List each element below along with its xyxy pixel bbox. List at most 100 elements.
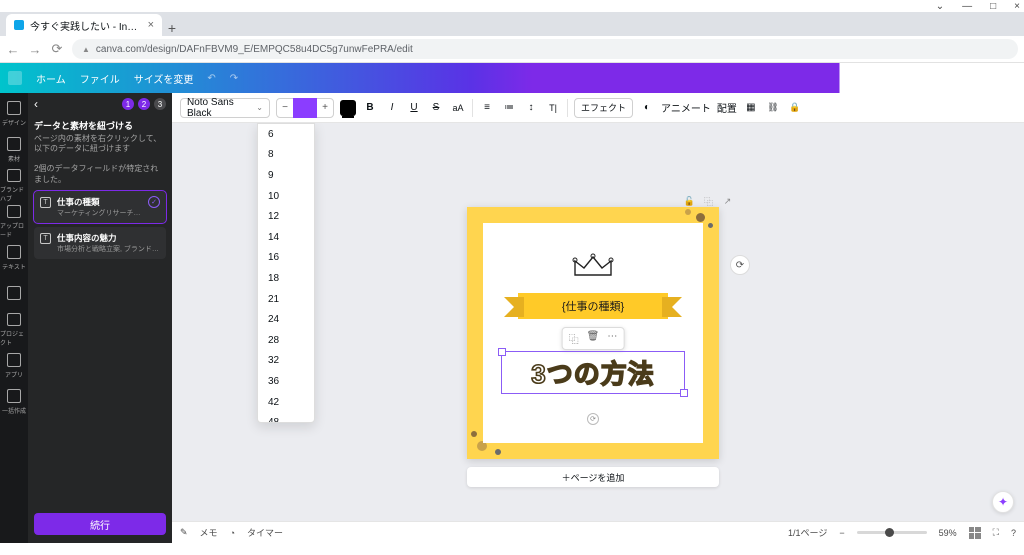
transparency-button[interactable]: ▦ (743, 100, 759, 116)
rail-elements[interactable]: 素材 (0, 133, 28, 167)
vertical-text-button[interactable]: T| (545, 100, 561, 116)
font-size-increase[interactable]: + (317, 102, 333, 113)
rail-design[interactable]: デザイン (0, 97, 28, 131)
new-tab-button[interactable]: + (162, 20, 182, 36)
nav-forward-icon[interactable]: → (28, 42, 42, 57)
nav-reload-icon[interactable]: ⟳ (50, 41, 64, 57)
zoom-value[interactable]: 59% (939, 528, 957, 538)
font-size-option[interactable]: 14 (258, 227, 314, 248)
zoom-out-icon[interactable]: − (839, 528, 844, 538)
notes-icon[interactable]: ✎ (180, 527, 188, 538)
link-button[interactable]: ⛓ (765, 100, 781, 116)
rail-brandhub[interactable]: ブランドハブ (0, 169, 28, 203)
delete-icon[interactable]: 🗑 (587, 331, 600, 346)
font-size-option[interactable]: 48 (258, 412, 314, 423)
bold-button[interactable]: B (362, 100, 378, 116)
font-size-option[interactable]: 42 (258, 392, 314, 413)
menu-home[interactable]: ホーム (36, 71, 66, 86)
panel-back-icon[interactable]: ‹ (34, 97, 38, 111)
nav-back-icon[interactable]: ← (6, 42, 20, 57)
menu-file[interactable]: ファイル (80, 71, 120, 86)
step-2[interactable]: 2 (138, 98, 150, 110)
font-size-option[interactable]: 9 (258, 165, 314, 186)
animate-button[interactable]: アニメート (661, 100, 711, 115)
browser-tab[interactable]: 今すぐ実践したい - Instagramの投… × (6, 14, 162, 36)
connect-data-icon[interactable]: ⟳ (587, 413, 599, 425)
position-button[interactable]: 配置 (717, 100, 737, 115)
grid-view-icon[interactable] (969, 527, 981, 539)
dropdown-scroll[interactable]: 6891012141618212428323642485664728088 (258, 124, 314, 423)
zoom-thumb[interactable] (885, 528, 894, 537)
rail-upload[interactable]: アップロード (0, 205, 28, 239)
case-button[interactable]: aA (450, 100, 466, 116)
strike-button[interactable]: S (428, 100, 444, 116)
font-size-option[interactable]: 36 (258, 371, 314, 392)
font-size-option[interactable]: 10 (258, 186, 314, 207)
window-minimize[interactable]: — (962, 1, 972, 12)
window-close[interactable]: × (1014, 1, 1020, 12)
rail-apps[interactable]: アプリ (0, 349, 28, 383)
font-size-input[interactable] (293, 98, 317, 118)
font-size-option[interactable]: 21 (258, 289, 314, 310)
rail-text[interactable]: テキスト (0, 241, 28, 275)
font-family-select[interactable]: Noto Sans Black ⌄ (180, 98, 270, 118)
zoom-slider[interactable] (857, 531, 927, 534)
effects-button[interactable]: エフェクト (574, 98, 633, 118)
redo-icon[interactable]: ↷ (230, 73, 238, 84)
notes-button[interactable]: メモ (200, 526, 218, 539)
lock-button[interactable]: 🔒 (787, 100, 803, 116)
list-button[interactable]: ≔ (501, 100, 517, 116)
align-button[interactable]: ≡ (479, 100, 495, 116)
spacing-button[interactable]: ↕ (523, 100, 539, 116)
more-icon[interactable]: ⋯ (607, 331, 617, 346)
font-size-option[interactable]: 18 (258, 268, 314, 289)
italic-button[interactable]: I (384, 100, 400, 116)
crown-icon[interactable] (571, 251, 615, 281)
font-size-option[interactable]: 8 (258, 145, 314, 166)
rail-blank[interactable] (0, 277, 28, 311)
page-more-icon[interactable]: ↗ (721, 195, 734, 208)
font-size-option[interactable]: 28 (258, 330, 314, 351)
data-field-1[interactable]: T 仕事の種類 マーケティングリサーチ担当, ブランドマネージャー, デ… ✓ (34, 191, 166, 223)
menu-resize[interactable]: サイズを変更 (134, 71, 194, 86)
dropdown-caret[interactable]: ⌄ (936, 1, 944, 12)
ribbon-text[interactable]: {仕事の種類} (518, 293, 668, 319)
browser-toolbar: ← → ⟳ ▲ canva.com/design/DAFnFBVM9_E/EMP… (0, 36, 1024, 63)
undo-icon[interactable]: ↶ (207, 73, 215, 84)
magic-fab[interactable]: ✦ (992, 491, 1014, 513)
timer-icon[interactable]: ◔ (230, 528, 235, 538)
page-indicator[interactable]: 1/1ページ (788, 526, 827, 539)
data-field-2[interactable]: T 仕事内容の魅力 市場分析と戦略立案, ブランド価値の向上, オンライン広… (34, 227, 166, 259)
rail-bulk[interactable]: 一括作成 (0, 385, 28, 419)
text-color-button[interactable] (340, 100, 356, 116)
projects-icon (7, 313, 21, 326)
text-field-icon: T (40, 197, 51, 208)
tab-close-icon[interactable]: × (148, 19, 154, 31)
add-page-button[interactable]: ＋ページを追加 (467, 467, 719, 487)
font-size-option[interactable]: 32 (258, 351, 314, 372)
step-1[interactable]: 1 (122, 98, 134, 110)
font-size-option[interactable]: 16 (258, 248, 314, 269)
regenerate-button[interactable]: ⟳ (730, 255, 750, 275)
address-bar[interactable]: ▲ canva.com/design/DAFnFBVM9_E/EMPQC58u4… (72, 39, 1018, 59)
fullscreen-icon[interactable]: ⛶ (993, 527, 999, 538)
continue-button[interactable]: 続行 (34, 513, 166, 535)
apps-icon (7, 353, 21, 367)
help-icon[interactable]: ? (1011, 528, 1016, 538)
font-size-option[interactable]: 6 (258, 124, 314, 145)
design-page[interactable]: {仕事の種類} ⿻ 🗑 ⋯ 3つの方法 ⟳ (467, 207, 719, 459)
duplicate-icon[interactable]: ⿻ (569, 331, 579, 346)
font-size-decrease[interactable]: − (277, 102, 293, 113)
step-3[interactable]: 3 (154, 98, 166, 110)
headline-selection[interactable]: 3つの方法 (501, 351, 685, 394)
underline-button[interactable]: U (406, 100, 422, 116)
font-size-option[interactable]: 12 (258, 206, 314, 227)
headline-text[interactable]: 3つの方法 (506, 354, 680, 391)
window-maximize[interactable]: □ (990, 1, 996, 12)
home-icon[interactable] (8, 71, 22, 85)
timer-button[interactable]: タイマー (247, 526, 283, 539)
font-size-option[interactable]: 24 (258, 309, 314, 330)
rail-projects[interactable]: プロジェクト (0, 313, 28, 347)
font-size-dropdown: 6891012141618212428323642485664728088 (257, 123, 315, 423)
canvas-area[interactable]: 6891012141618212428323642485664728088 🔓 … (172, 123, 1024, 521)
